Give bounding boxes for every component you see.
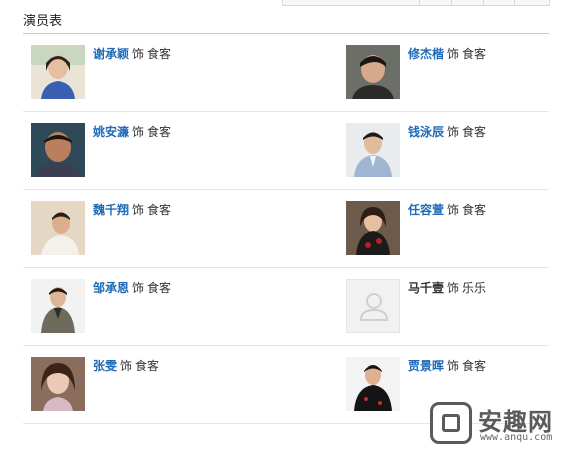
section-title: 演员表 — [23, 14, 63, 29]
cast-row: 邹承恩饰食客 马千壹饰乐乐 — [23, 268, 549, 346]
cast-credit: 贾景晖饰食客 — [408, 359, 486, 373]
cast-credit: 任容萱饰食客 — [408, 203, 486, 217]
role-name: 乐乐 — [462, 281, 487, 295]
role-separator: 饰 — [132, 47, 145, 61]
cast-row: 姚安濂饰食客 钱泳辰饰食客 — [23, 112, 549, 190]
actor-photo[interactable] — [346, 357, 400, 411]
actor-photo[interactable] — [31, 279, 85, 333]
cast-card: 钱泳辰饰食客 — [338, 112, 573, 189]
cast-card: 谢承颖饰食客 — [23, 34, 283, 111]
cast-grid: 谢承颖饰食客 修杰楷饰食客 姚安濂饰食客 钱泳辰饰 食客 魏千翔 饰 食客 任容… — [23, 34, 549, 424]
actor-name-link[interactable]: 任容萱 — [408, 203, 444, 217]
role-name: 食客 — [147, 281, 172, 295]
cast-row: 魏千翔饰食客 任容萱饰食客 — [23, 190, 549, 268]
role-name: 食客 — [462, 125, 487, 139]
actor-photo[interactable] — [31, 123, 85, 177]
site-watermark: 安趣网 www.anqu.com — [430, 402, 570, 448]
actor-name-link[interactable]: 钱泳辰 — [408, 125, 444, 139]
cast-credit: 魏千翔饰食客 — [93, 203, 171, 217]
role-separator: 饰 — [132, 281, 145, 295]
cast-card: 邹承恩饰食客 — [23, 268, 283, 345]
cast-card: 任容萱饰食客 — [338, 190, 573, 267]
cast-card: 魏千翔饰食客 — [23, 190, 283, 267]
role-name: 食客 — [462, 203, 487, 217]
tab-segment[interactable] — [452, 0, 484, 5]
cast-credit: 张雯饰食客 — [93, 359, 159, 373]
actor-photo[interactable] — [346, 45, 400, 99]
actor-name-link[interactable]: 张雯 — [93, 359, 117, 373]
actor-name-link[interactable]: 谢承颖 — [93, 47, 129, 61]
tab-segment[interactable] — [484, 0, 516, 5]
tab-segment[interactable] — [515, 0, 549, 5]
role-name: 食客 — [147, 125, 172, 139]
role-separator: 饰 — [447, 125, 460, 139]
top-tab-strip[interactable] — [282, 0, 550, 6]
cast-credit: 马千壹饰乐乐 — [408, 281, 486, 295]
user-placeholder-icon[interactable] — [346, 279, 400, 333]
cast-credit: 修杰楷饰食客 — [408, 47, 486, 61]
role-separator: 饰 — [447, 47, 460, 61]
role-name: 食客 — [135, 359, 160, 373]
role-separator: 饰 — [447, 203, 460, 217]
cast-card: 姚安濂饰食客 — [23, 112, 283, 189]
role-separator: 饰 — [132, 203, 145, 217]
role-name: 食客 — [147, 47, 172, 61]
cast-card: 修杰楷饰食客 — [338, 34, 573, 111]
actor-name-link[interactable]: 修杰楷 — [408, 47, 444, 61]
actor-photo[interactable] — [31, 201, 85, 255]
cast-credit: 钱泳辰饰食客 — [408, 125, 486, 139]
actor-photo[interactable] — [346, 201, 400, 255]
tab-segment[interactable] — [420, 0, 452, 5]
role-name: 食客 — [462, 47, 487, 61]
actor-photo[interactable] — [31, 357, 85, 411]
role-separator: 饰 — [447, 281, 460, 295]
actor-name-link[interactable]: 邹承恩 — [93, 281, 129, 295]
watermark-logo-icon — [430, 402, 472, 444]
actor-name-link[interactable]: 魏千翔 — [93, 203, 129, 217]
tab-segment[interactable] — [283, 0, 420, 5]
watermark-url: www.anqu.com — [480, 432, 553, 443]
actor-photo[interactable] — [346, 123, 400, 177]
cast-credit: 姚安濂饰食客 — [93, 125, 171, 139]
role-separator: 饰 — [120, 359, 133, 373]
role-separator: 饰 — [447, 359, 460, 373]
actor-name: 马千壹 — [408, 281, 445, 295]
role-name: 食客 — [462, 359, 487, 373]
actor-photo[interactable] — [31, 45, 85, 99]
cast-row: 谢承颖饰食客 修杰楷饰食客 — [23, 34, 549, 112]
cast-card: 张雯饰食客 — [23, 346, 283, 423]
role-name: 食客 — [147, 203, 172, 217]
cast-card: 马千壹饰乐乐 — [338, 268, 573, 345]
role-separator: 饰 — [132, 125, 145, 139]
cast-credit: 谢承颖饰食客 — [93, 47, 171, 61]
actor-name-link[interactable]: 贾景晖 — [408, 359, 444, 373]
cast-credit: 邹承恩饰食客 — [93, 281, 171, 295]
actor-name-link[interactable]: 姚安濂 — [93, 125, 129, 139]
